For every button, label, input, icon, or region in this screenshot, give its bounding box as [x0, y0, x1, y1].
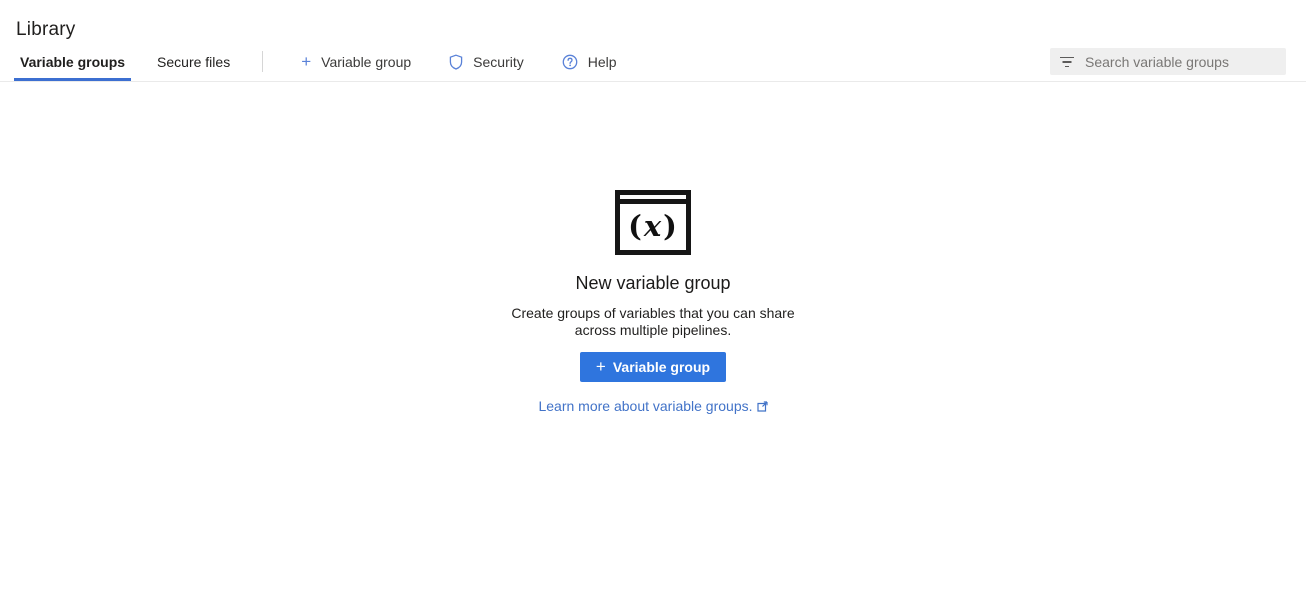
empty-state-description-line1: Create groups of variables that you can …: [0, 305, 1306, 322]
shield-icon: [449, 54, 463, 70]
variable-group-icon: ( x ): [615, 190, 691, 255]
formula-close-paren: ): [663, 209, 678, 243]
tab-and-command-bar: Variable groups Secure files + Variable …: [0, 42, 1306, 82]
empty-state-title: New variable group: [0, 273, 1306, 294]
filter-icon: [1060, 56, 1074, 68]
tab-variable-groups-label: Variable groups: [20, 54, 125, 70]
variable-group-icon-formula: ( x ): [620, 204, 686, 250]
search-variable-groups-box[interactable]: [1050, 48, 1286, 75]
add-variable-group-button-label: Variable group: [613, 359, 710, 375]
external-link-icon: [757, 400, 768, 412]
help-command[interactable]: Help: [550, 42, 629, 81]
search-input[interactable]: [1085, 54, 1278, 70]
add-variable-group-command[interactable]: + Variable group: [289, 42, 423, 81]
help-label: Help: [588, 54, 617, 70]
plus-icon: +: [596, 358, 606, 375]
formula-x: x: [643, 209, 663, 243]
empty-state-description: Create groups of variables that you can …: [0, 305, 1306, 339]
learn-more-link[interactable]: Learn more about variable groups.: [538, 398, 767, 414]
tab-variable-groups[interactable]: Variable groups: [16, 42, 129, 81]
add-variable-group-label: Variable group: [321, 54, 411, 70]
learn-more-link-label: Learn more about variable groups.: [538, 398, 752, 414]
plus-icon: +: [301, 53, 311, 70]
empty-state-description-line2: across multiple pipelines.: [0, 322, 1306, 339]
help-icon: [562, 54, 578, 70]
vertical-divider: [262, 51, 263, 72]
empty-state: ( x ) New variable group Create groups o…: [0, 190, 1306, 416]
security-label: Security: [473, 54, 524, 70]
tab-secure-files[interactable]: Secure files: [153, 42, 234, 81]
security-command[interactable]: Security: [437, 42, 536, 81]
page-title: Library: [0, 0, 1306, 41]
add-variable-group-button[interactable]: + Variable group: [580, 352, 726, 382]
formula-open-paren: (: [628, 209, 643, 243]
tab-secure-files-label: Secure files: [157, 54, 230, 70]
